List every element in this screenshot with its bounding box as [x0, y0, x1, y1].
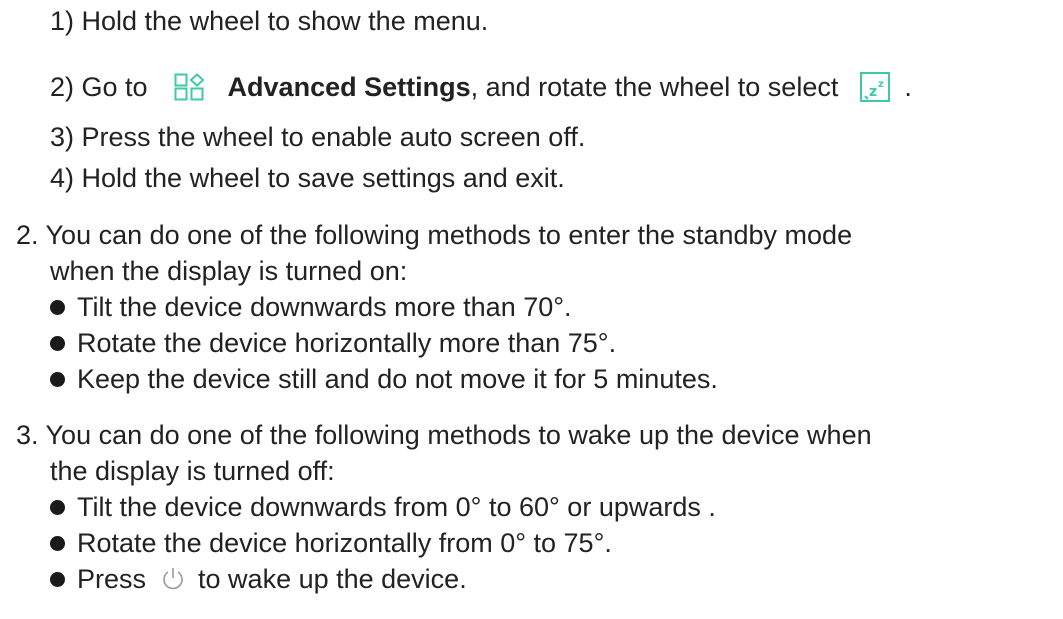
- substep-2-middle: , and rotate the wheel to select: [470, 72, 839, 102]
- bullet-dot: [50, 499, 65, 515]
- bullet-text: Keep the device still and do not move it…: [77, 364, 718, 394]
- substep-1-text: 1) Hold the wheel to show the menu.: [50, 6, 489, 36]
- bullet-text-prefix: Press: [77, 564, 147, 594]
- item-2-text-line2: when the display is turned on:: [50, 256, 408, 286]
- item-2-bullet-1: Tilt the device downwards more than 70°.: [50, 290, 572, 324]
- substep-4: 4) Hold the wheel to save settings and e…: [50, 161, 565, 195]
- item-2-heading-line1: 2. You can do one of the following metho…: [16, 218, 852, 252]
- item-2-bullet-3: Keep the device still and do not move it…: [50, 362, 718, 396]
- substep-1: 1) Hold the wheel to show the menu.: [50, 4, 488, 38]
- advanced-settings-icon: [174, 73, 206, 101]
- item-3-text-line1: 3. You can do one of the following metho…: [16, 420, 872, 450]
- svg-text:z: z: [869, 84, 877, 100]
- item-3-heading-line1: 3. You can do one of the following metho…: [16, 418, 872, 452]
- bullet-text: Tilt the device downwards from 0° to 60°…: [77, 492, 716, 522]
- bullet-dot: [50, 571, 65, 587]
- item-2-heading-line2: when the display is turned on:: [50, 254, 407, 288]
- advanced-settings-label: Advanced Settings: [227, 72, 471, 102]
- substep-3: 3) Press the wheel to enable auto screen…: [50, 120, 585, 154]
- item-3-bullet-2: Rotate the device horizontally from 0° t…: [50, 526, 612, 560]
- substep-2: 2) Go to Advanced Settings , and rotate …: [50, 70, 912, 104]
- bullet-dot: [50, 299, 65, 315]
- bullet-dot: [50, 335, 65, 351]
- bullet-text: Rotate the device horizontally more than…: [77, 328, 617, 358]
- item-3-bullet-1: Tilt the device downwards from 0° to 60°…: [50, 490, 716, 524]
- item-2-bullet-2: Rotate the device horizontally more than…: [50, 326, 616, 360]
- substep-3-text: 3) Press the wheel to enable auto screen…: [50, 122, 586, 152]
- auto-screen-off-icon: z z: [860, 72, 891, 102]
- bullet-dot: [50, 535, 65, 551]
- substep-2-prefix: 2) Go to: [50, 72, 148, 102]
- item-3-bullet-3: Press to wake up the device.: [50, 562, 467, 596]
- svg-text:z: z: [878, 79, 884, 90]
- item-3-heading-line2: the display is turned off:: [50, 454, 335, 488]
- substep-4-text: 4) Hold the wheel to save settings and e…: [50, 163, 565, 193]
- item-3-text-line2: the display is turned off:: [50, 456, 335, 486]
- power-icon: [160, 566, 186, 592]
- bullet-text-suffix: to wake up the device.: [198, 564, 467, 594]
- bullet-text: Rotate the device horizontally from 0° t…: [77, 528, 612, 558]
- bullet-dot: [50, 371, 65, 387]
- item-2-text-line1: 2. You can do one of the following metho…: [16, 220, 853, 250]
- substep-2-suffix: .: [904, 72, 912, 102]
- bullet-text: Tilt the device downwards more than 70°.: [77, 292, 572, 322]
